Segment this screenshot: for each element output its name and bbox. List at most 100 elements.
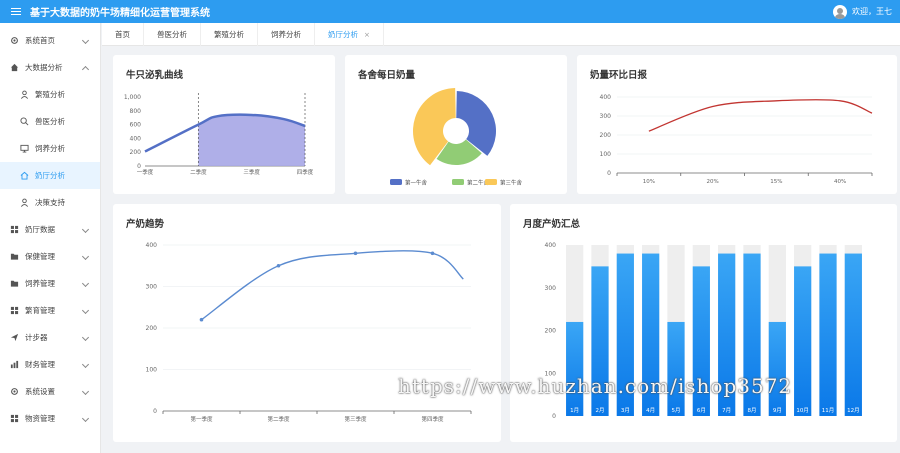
bar-category-label: 10月 <box>796 407 809 414</box>
sidebar-item-9[interactable]: 饲养管理 <box>0 270 100 297</box>
tab-0[interactable]: 首页 <box>102 23 144 46</box>
tab-1[interactable]: 兽医分析 <box>144 23 201 46</box>
folder-icon <box>10 252 19 261</box>
data-point <box>430 251 435 256</box>
app-title: 基于大数据的奶牛场精细化运营管理系统 <box>30 8 210 19</box>
top-bar: 基于大数据的奶牛场精细化运营管理系统 欢迎，王七 <box>0 0 900 23</box>
legend-swatch <box>485 179 497 185</box>
sidebar-item-label: 系统首页 <box>25 36 55 45</box>
y-tick-label: 300 <box>600 113 612 120</box>
chevron-down-icon <box>81 306 90 315</box>
bar <box>844 253 862 416</box>
grid-icon <box>10 225 19 234</box>
x-tick-label: 第四季度 <box>421 415 444 423</box>
y-tick-label: 800 <box>130 108 142 115</box>
chevron-down-icon <box>81 279 90 288</box>
sidebar-item-label: 保健管理 <box>25 252 55 261</box>
sidebar-item-label: 财务管理 <box>25 360 55 369</box>
milk-trend-card: 产奶趋势 0 100 200 300 400 第一季度 第二季度 第三季度 第四季度 <box>113 204 501 442</box>
tab-4[interactable]: 奶厅分析 × <box>315 23 384 46</box>
sidebar-item-label: 系统设置 <box>25 387 55 396</box>
chevron-down-icon <box>81 36 90 45</box>
bar-category-label: 5月 <box>672 407 681 414</box>
lactation-curve-card: 牛只泌乳曲线 0 200 400 600 800 1,000 一季度 二季度 三季度 四季度 <box>113 55 335 194</box>
sidebar-item-label: 繁育管理 <box>25 306 55 315</box>
monthly-milk-card: 月度产奶汇总 0 100 200 300 400 1月 2月 3月 4月 5月 6月 7月 8月 9月 10… <box>510 204 897 442</box>
bar-category-label: 7月 <box>722 407 731 414</box>
sidebar-item-12[interactable]: 财务管理 <box>0 351 100 378</box>
sidebar-item-5[interactable]: 奶厅分析 <box>0 162 100 189</box>
y-tick-label: 100 <box>146 367 158 374</box>
tab-label: 饲养分析 <box>271 30 301 39</box>
series-line <box>201 250 464 321</box>
y-tick-label: 1,000 <box>124 94 141 101</box>
milk-ratio-card: 奶量环比日报 0 100 200 300 400 10% 20% 15% 40% <box>577 55 897 194</box>
bar-category-label: 12月 <box>847 407 860 414</box>
sidebar-item-10[interactable]: 繁育管理 <box>0 297 100 324</box>
x-tick-label: 15% <box>770 179 782 185</box>
sidebar-item-label: 饲养管理 <box>25 279 55 288</box>
chevron-down-icon <box>81 414 90 423</box>
y-tick-label: 0 <box>552 413 556 420</box>
sidebar-item-label: 计步器 <box>25 333 48 342</box>
sidebar-item-label: 奶厅数据 <box>25 225 55 234</box>
milk-trend-line-chart: 0 100 200 300 400 第一季度 第二季度 第三季度 第四季度 <box>146 242 472 423</box>
lactation-curve-chart: 0 200 400 600 800 1,000 一季度 二季度 三季度 四季度 <box>124 93 314 176</box>
chevron-down-icon <box>81 333 90 342</box>
sidebar-item-label: 饲养分析 <box>35 144 65 153</box>
series-line <box>648 98 873 132</box>
bar-category-label: 4月 <box>646 407 655 414</box>
bar-category-label: 11月 <box>822 407 835 414</box>
sidebar-item-4[interactable]: 饲养分析 <box>0 135 100 162</box>
sidebar-item-8[interactable]: 保健管理 <box>0 243 100 270</box>
x-tick-label: 三季度 <box>243 168 260 176</box>
person-icon <box>20 90 29 99</box>
sidebar-item-label: 繁殖分析 <box>35 90 65 99</box>
y-tick-label: 600 <box>130 122 142 129</box>
chevron-down-icon <box>81 387 90 396</box>
avatar[interactable] <box>833 4 847 19</box>
y-tick-label: 400 <box>600 94 612 101</box>
bar <box>566 321 584 416</box>
x-tick-label: 四季度 <box>297 168 314 176</box>
gear-icon <box>10 387 19 396</box>
tab-label: 兽医分析 <box>157 30 187 39</box>
monitor-icon <box>20 144 29 153</box>
bar-category-label: 3月 <box>621 407 630 414</box>
tab-3[interactable]: 饲养分析 <box>258 23 315 46</box>
bar <box>794 266 812 416</box>
sidebar-item-6[interactable]: 决策支持 <box>0 189 100 216</box>
sidebar-item-3[interactable]: 兽医分析 <box>0 108 100 135</box>
close-icon[interactable]: × <box>364 31 370 39</box>
sidebar-item-14[interactable]: 物资管理 <box>0 405 100 432</box>
bar-category-label: 2月 <box>596 407 605 414</box>
sidebar-item-2[interactable]: 繁殖分析 <box>0 81 100 108</box>
data-point <box>353 251 358 256</box>
x-tick-label: 10% <box>643 179 655 185</box>
legend-swatch <box>390 179 402 185</box>
sidebar: 系统首页大数据分析繁殖分析兽医分析饲养分析奶厅分析 决策支持奶厅数据保健管理饲养管… <box>0 23 101 453</box>
sidebar-item-label: 兽医分析 <box>35 117 65 126</box>
sidebar-item-1[interactable]: 大数据分析 <box>0 54 100 81</box>
data-point <box>199 317 204 322</box>
chevron-down-icon <box>81 252 90 261</box>
legend-label: 第一牛舍 <box>405 179 428 187</box>
y-tick-label: 0 <box>137 163 141 170</box>
bar <box>768 321 786 416</box>
sidebar-item-13[interactable]: 系统设置 <box>0 378 100 405</box>
sidebar-item-0[interactable]: 系统首页 <box>0 27 100 54</box>
sidebar-item-11[interactable]: 计步器 <box>0 324 100 351</box>
y-tick-label: 300 <box>545 285 557 292</box>
tab-2[interactable]: 繁殖分析 <box>201 23 258 46</box>
send-icon <box>10 333 19 342</box>
menu-toggle-icon[interactable] <box>6 0 26 23</box>
sidebar-item-7[interactable]: 奶厅数据 <box>0 216 100 243</box>
data-point <box>276 263 281 268</box>
y-tick-label: 300 <box>146 284 158 291</box>
chevron-up-icon <box>81 65 90 74</box>
user-greeting[interactable]: 欢迎，王七 <box>852 6 892 17</box>
gear-icon <box>10 36 19 45</box>
user-menu[interactable]: 欢迎，王七 <box>833 0 892 23</box>
bar <box>819 253 837 416</box>
bar-category-label: 8月 <box>748 407 757 414</box>
